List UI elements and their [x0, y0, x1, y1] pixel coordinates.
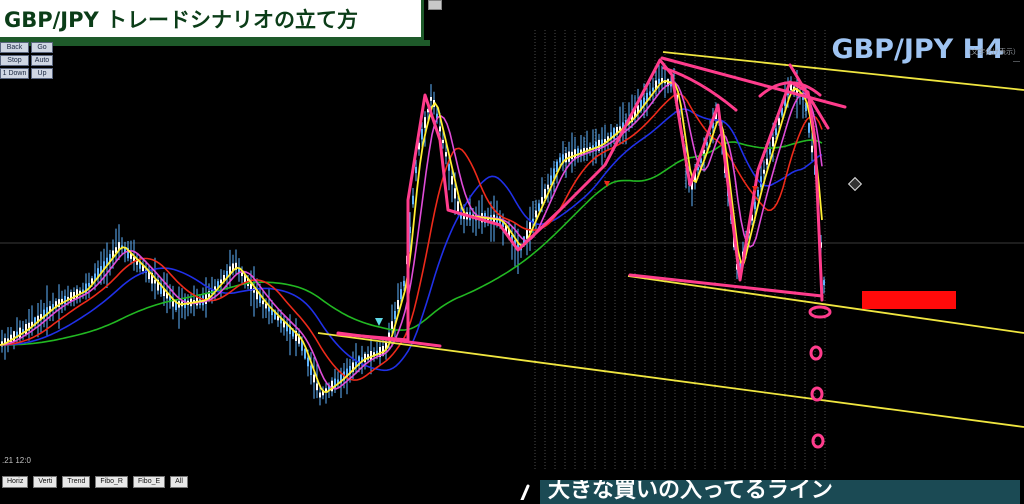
all-button[interactable]: All	[170, 476, 188, 488]
session-vertical-lines	[534, 30, 826, 470]
candle-body	[310, 365, 312, 375]
candle-body	[442, 139, 444, 144]
fibo-retracement-button[interactable]: Fibo_R	[95, 476, 128, 488]
channel-lower-line[interactable]	[317, 332, 1024, 428]
candle-body	[448, 163, 450, 171]
candle-body	[754, 201, 756, 210]
corner-info-text: （文字化け表示） ―	[964, 48, 1020, 66]
candle-body	[772, 137, 774, 147]
candle-body	[154, 279, 156, 284]
candle-body	[64, 295, 66, 305]
channel-middle-line[interactable]	[627, 275, 1024, 334]
candle-body	[541, 197, 543, 204]
window-control-button[interactable]	[428, 0, 442, 10]
candle-body	[307, 357, 309, 367]
up-button[interactable]: Up	[31, 68, 53, 79]
chart-navigation-panel: Back Go Stop Auto 1 Down Up	[0, 42, 53, 79]
go-button[interactable]: Go	[31, 42, 53, 53]
candle-body	[220, 279, 222, 284]
candle-body	[421, 129, 423, 140]
moving-average-blue	[0, 108, 823, 372]
candle-body	[412, 195, 414, 205]
candle-body	[757, 190, 759, 197]
candle-body	[538, 203, 540, 212]
candle-body	[454, 188, 456, 199]
down-button[interactable]: 1 Down	[0, 68, 29, 79]
back-button[interactable]: Back	[0, 42, 29, 53]
candle-body	[397, 300, 399, 309]
candle-body	[424, 117, 426, 128]
video-title-banner: GBP/JPY トレードシナリオの立て方	[0, 0, 424, 40]
candle-body	[391, 321, 393, 330]
candle-body	[571, 151, 573, 160]
support-stroke-annotation	[628, 273, 824, 298]
auto-button[interactable]: Auto	[31, 55, 53, 66]
candle-body	[262, 300, 264, 305]
video-subtitle: 大きな買いの入ってるライン	[540, 480, 1020, 504]
fibo-expansion-button[interactable]: Fibo_E	[132, 476, 166, 488]
stop-button[interactable]: Stop	[0, 55, 29, 66]
down-arrow-icon	[375, 318, 383, 326]
candle-body	[451, 176, 453, 185]
candle-body	[808, 123, 810, 133]
candle-body	[25, 324, 27, 335]
trend-line-button[interactable]: Trend	[62, 476, 91, 488]
candle-body	[763, 169, 765, 174]
circle-mark-4	[811, 433, 825, 449]
candle-body	[370, 351, 372, 361]
circle-mark-2	[809, 345, 823, 361]
corner-info-line: （文字化け表示）	[964, 48, 1020, 56]
pink-hand-annotations	[336, 56, 847, 500]
candle-body	[76, 289, 78, 299]
candle-body	[823, 280, 825, 285]
candle-body	[403, 280, 405, 287]
candle-body	[430, 97, 432, 101]
candle-body	[775, 128, 777, 135]
horiz-line-button[interactable]: Horiz	[2, 476, 29, 488]
candle-body	[559, 157, 561, 163]
candle-body	[649, 91, 651, 96]
moving-average-red	[0, 92, 823, 381]
candle-body	[652, 87, 654, 92]
candle-body	[19, 327, 21, 339]
candle-body	[415, 166, 417, 174]
candle-body	[445, 152, 447, 157]
candle-body	[778, 118, 780, 126]
candle-body	[313, 374, 315, 383]
circle-mark-3	[810, 386, 824, 402]
subtitle-stroke-annotation	[520, 484, 530, 500]
candle-body	[457, 201, 459, 212]
candle-body	[241, 272, 243, 277]
price-chart[interactable]	[0, 0, 1024, 500]
drawing-tool-bar: Horiz Verti Trend Fibo_R Fibo_E All	[2, 476, 188, 488]
resistance-stroke-annotation	[660, 56, 847, 109]
candle-body	[547, 184, 549, 190]
candle-body	[88, 283, 90, 287]
candle-body	[766, 158, 768, 165]
candle-body	[316, 383, 318, 391]
corner-info-line: ―	[1013, 57, 1020, 65]
candle-body	[811, 145, 813, 153]
circle-mark-1	[808, 305, 832, 319]
candle-body	[394, 311, 396, 320]
candle-body	[439, 126, 441, 132]
candle-body	[319, 392, 321, 398]
candle-body	[400, 289, 402, 299]
candle-body	[535, 210, 537, 218]
candle-body	[304, 348, 306, 359]
candle-body	[769, 148, 771, 155]
title-banner-strip	[0, 40, 430, 46]
red-rectangle-marker[interactable]	[862, 291, 956, 309]
verti-line-button[interactable]: Verti	[33, 476, 58, 488]
time-axis-label: .21 12:0	[2, 456, 31, 465]
candle-body	[85, 283, 87, 294]
